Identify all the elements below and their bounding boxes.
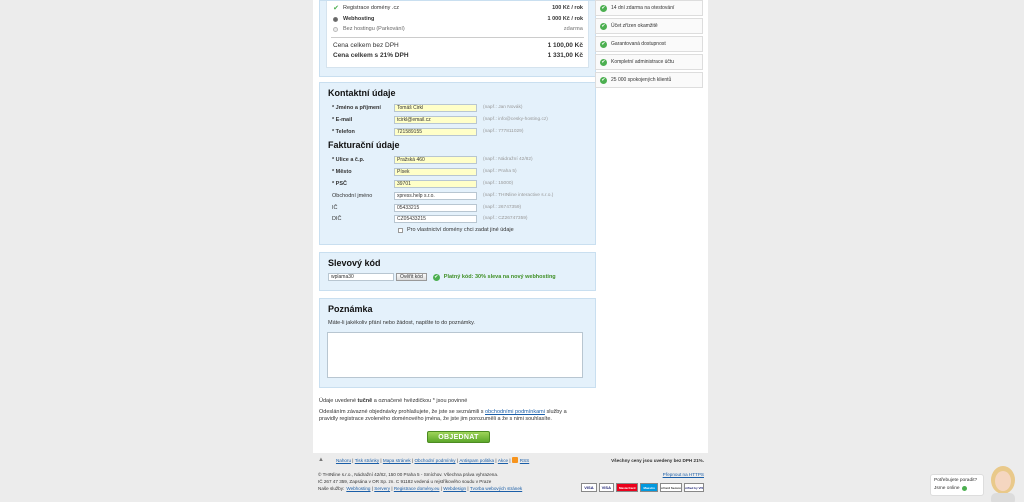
benefit-item: ✔ 25 000 spokojených klientů — [595, 72, 703, 88]
contact-title: Kontaktní údaje — [328, 88, 396, 98]
valid-check-icon: ✔ — [432, 273, 440, 281]
chat-status-row: Jsme online — [934, 486, 980, 491]
mastercard-icon: MasterCard — [615, 483, 639, 492]
company-line-1: © THINline s.r.o., Nádražní 42/82, 150 0… — [318, 472, 499, 477]
maestro-icon: Maestro — [640, 483, 658, 492]
dic-input[interactable]: CZ05433215 — [394, 214, 477, 223]
top-arrow-icon[interactable]: ▲ — [318, 457, 324, 463]
service-servers[interactable]: Servery — [374, 486, 390, 491]
chat-widget[interactable]: Potřebujete poradit? Jsme online — [930, 474, 984, 496]
field-company: Obchodní jméno xpress.help s.r.o. (např.… — [332, 191, 554, 200]
street-input[interactable]: Pražská 460 — [394, 155, 477, 164]
online-dot-icon — [961, 486, 967, 491]
verify-code-button[interactable]: Ověřit kód — [396, 273, 427, 281]
summary-item-parking[interactable]: Bez hostingu (Parkování) zdarma — [333, 26, 583, 32]
payment-cards: VISA VISA MasterCard Maestro MasterCard … — [579, 483, 704, 492]
city-input[interactable]: Písek — [394, 167, 477, 176]
field-zip: * PSČ 39701 (např.: 15000) — [332, 179, 514, 188]
check-icon: ✔ — [600, 76, 607, 84]
company-input[interactable]: xpress.help s.r.o. — [394, 191, 477, 200]
summary-item: ✔ Registrace domény .cz 100 Kč / rok — [333, 5, 583, 12]
check-icon: ✔ — [333, 5, 339, 12]
required-note: Údaje uvedené tučně a označené hvězdičko… — [319, 398, 468, 404]
ic-input[interactable]: 05433215 — [394, 203, 477, 212]
footer-link-promo[interactable]: Akce — [498, 458, 508, 463]
footer-link-top[interactable]: Nahoru — [336, 458, 351, 463]
footer: ▲ Nahoru | Tisk stránky | Mapa stránek |… — [313, 453, 708, 502]
radio-selected[interactable] — [333, 16, 338, 22]
field-name: * Jméno a příjmení Tomáš Cirkl (např.: J… — [332, 103, 523, 112]
chat-question: Potřebujete poradit? — [934, 478, 978, 483]
footer-nav: ▲ Nahoru | Tisk stránky | Mapa stránek |… — [318, 457, 530, 463]
field-ic: IČ 05433215 (např.: 26747359) — [332, 203, 522, 212]
divider — [331, 37, 584, 38]
visa-card-icon: VISA — [581, 483, 597, 492]
benefits-list: ✔ 14 dní zdarma na otestování ✔ Účet zříze… — [595, 0, 703, 90]
benefit-item: ✔ 14 dní zdarma na otestování — [595, 0, 703, 16]
discount-code-input[interactable]: wplama30 — [328, 273, 394, 281]
benefit-item: ✔ Garantovaná dostupnost — [595, 36, 703, 52]
field-dic: DIČ CZ05433215 (např.: CZ26747359) — [332, 214, 528, 223]
check-icon: ✔ — [600, 22, 607, 30]
discount-row: wplama30 Ověřit kód ✔ Platný kód: 30% sl… — [328, 273, 556, 281]
benefit-item: ✔ Kompletní administrace účtu — [595, 54, 703, 70]
footer-link-antispam[interactable]: Antispam politika — [459, 458, 494, 463]
field-email: * E-mail tcirkl@email.cz (např.: info@ce… — [332, 115, 548, 124]
field-street: * Ulice a č.p. Pražská 460 (např.: Nádra… — [332, 155, 533, 164]
company-line-2: IČ 267 47 359, Zapsána v OR Sp. zn. C 91… — [318, 479, 492, 484]
footer-link-sitemap[interactable]: Mapa stránek — [383, 458, 411, 463]
note-textarea[interactable] — [327, 332, 583, 378]
summary-item-webhosting[interactable]: Webhosting 1 000 Kč / rok — [333, 16, 583, 22]
main-page: ✔ Registrace domény .cz 100 Kč / rok Web… — [313, 0, 708, 453]
radio-unselected[interactable] — [333, 26, 338, 32]
field-phone: * Telefon 721589155 (např.: 777811029) — [332, 127, 524, 136]
check-icon: ✔ — [600, 40, 607, 48]
field-city: * Město Písek (např.: Praha 5) — [332, 167, 517, 176]
discount-box: Slevový kód wplama30 Ověřit kód ✔ Platný… — [319, 252, 596, 291]
note-box: Poznámka Máte-li jakékoliv přání nebo žá… — [319, 298, 596, 388]
email-input[interactable]: tcirkl@email.cz — [394, 115, 477, 124]
footer-link-print[interactable]: Tisk stránky — [355, 458, 379, 463]
check-icon: ✔ — [600, 4, 607, 12]
services-line: Naše služby: Webhosting | Servery | Regi… — [318, 486, 523, 491]
service-domain-eu[interactable]: Registrace domény.eu — [394, 486, 440, 491]
benefit-item: ✔ Účet zřízen okamžitě — [595, 18, 703, 34]
name-input[interactable]: Tomáš Cirkl — [394, 103, 477, 112]
order-button[interactable]: OBJEDNAT — [427, 431, 490, 443]
chat-agent-avatar[interactable] — [986, 464, 1020, 502]
discount-title: Slevový kód — [328, 258, 381, 268]
rss-icon — [511, 457, 518, 463]
terms-link[interactable]: obchodními podmínkami — [485, 409, 545, 415]
phone-input[interactable]: 721589155 — [394, 127, 477, 136]
visa-card-icon: VISA — [598, 483, 614, 492]
footer-link-terms[interactable]: Obchodní podmínky — [414, 458, 455, 463]
other-owner-checkbox-row[interactable]: Pro vlastnictví domény chci zadat jiné ú… — [398, 227, 514, 233]
service-webdesign[interactable]: Webdesign — [443, 486, 466, 491]
contact-box: Kontaktní údaje * Jméno a příjmení Tomáš… — [319, 82, 596, 245]
note-description: Máte-li jakékoliv přání nebo žádost, nap… — [328, 320, 475, 326]
other-owner-checkbox[interactable] — [398, 227, 403, 233]
agreement-note: Odesláním závazné objednávky prohlašujet… — [319, 409, 567, 422]
total-vat: Cena celkem s 21% DPH 1 331,00 Kč — [333, 52, 583, 59]
service-websites[interactable]: Tvorba webových stránek — [470, 486, 522, 491]
note-title: Poznámka — [328, 304, 373, 314]
footer-link-rss[interactable]: RSS — [520, 458, 529, 463]
order-summary: ✔ Registrace domény .cz 100 Kč / rok Web… — [326, 1, 589, 68]
https-link[interactable]: Přepnout na HTTPS — [663, 472, 704, 477]
zip-input[interactable]: 39701 — [394, 179, 477, 188]
service-webhosting[interactable]: Webhosting — [346, 486, 370, 491]
total-no-vat: Cena celkem bez DPH 1 100,00 Kč — [333, 42, 583, 49]
check-icon: ✔ — [600, 58, 607, 66]
verified-by-visa-icon: Verified by VISA — [684, 483, 704, 492]
agent-avatar-icon — [991, 466, 1015, 502]
vat-note: Všechny ceny jsou uvedeny bez DPH 21%. — [611, 458, 704, 463]
order-summary-box: ✔ Registrace domény .cz 100 Kč / rok Web… — [319, 0, 596, 77]
billing-title: Fakturační údaje — [328, 140, 400, 150]
securecode-icon: MasterCard SecureCode — [660, 483, 682, 492]
